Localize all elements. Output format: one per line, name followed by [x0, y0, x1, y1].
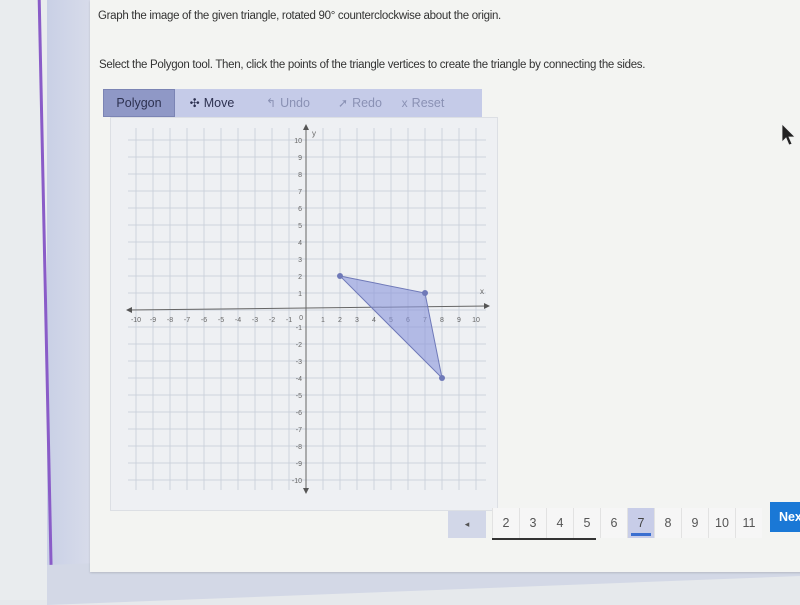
- side-strip: [47, 0, 92, 600]
- y-tick-label: 4: [298, 240, 302, 247]
- y-tick-label: 8: [298, 172, 302, 179]
- x-icon: x: [401, 96, 408, 110]
- y-tick-label: 10: [294, 138, 302, 145]
- x-tick-label: -10: [131, 317, 141, 324]
- x-tick-label: 1: [321, 317, 325, 324]
- x-tick-label: 10: [472, 317, 480, 324]
- page-button-3[interactable]: 3: [519, 508, 546, 538]
- left-arrow-icon: ◂: [464, 519, 470, 529]
- y-axis-arrow-icon: [303, 124, 309, 130]
- coordinate-graph[interactable]: xy-10-9-8-7-6-5-4-3-2-112345678910109876…: [110, 117, 498, 511]
- next-label: Next: [778, 510, 800, 524]
- x-tick-label: 4: [372, 317, 376, 324]
- y-tick-label: 7: [298, 189, 302, 196]
- y-tick-label: -10: [292, 478, 302, 485]
- y-tick-label: -2: [296, 342, 302, 349]
- undo-arrow-icon: ↰: [266, 96, 277, 110]
- next-button[interactable]: Next ▸: [770, 502, 800, 532]
- y-tick-label: -1: [296, 325, 302, 332]
- page-list: 2 3 4 5 6 7 8 9 10 11: [492, 508, 762, 540]
- redo-arrow-icon: ➚: [338, 96, 349, 110]
- move-cross-icon: ✣: [189, 96, 200, 110]
- page-button-4[interactable]: 4: [546, 508, 573, 538]
- page-button-6[interactable]: 6: [600, 508, 627, 538]
- y-tick-label: 9: [298, 155, 302, 162]
- y-axis-label: y: [312, 129, 316, 138]
- redo-button[interactable]: ➚ Redo: [327, 89, 393, 117]
- y-tick-label: -5: [296, 393, 302, 400]
- x-tick-label: -5: [218, 317, 224, 324]
- page-button-5[interactable]: 5: [573, 508, 600, 538]
- y-tick-label: -6: [296, 410, 302, 417]
- polygon-tool-label: Polygon: [116, 96, 162, 110]
- y-tick-label: 6: [298, 206, 302, 213]
- x-tick-label: -6: [201, 317, 207, 324]
- instruction-text: Select the Polygon tool. Then, click the…: [99, 59, 646, 71]
- x-tick-label: -3: [252, 317, 258, 324]
- y-tick-label: 2: [298, 274, 302, 281]
- page-button-8[interactable]: 8: [654, 508, 681, 538]
- page-button-7[interactable]: 7: [627, 508, 654, 538]
- x-axis-label: x: [480, 287, 484, 296]
- x-axis: [127, 305, 489, 311]
- x-tick-label: -9: [150, 317, 156, 324]
- prev-page-button[interactable]: ◂: [448, 511, 486, 538]
- x-tick-label: -4: [235, 317, 241, 324]
- reset-label: Reset: [411, 96, 445, 110]
- y-tick-label: -8: [296, 444, 302, 451]
- triangle-vertex: [439, 375, 445, 381]
- y-tick-label: -7: [296, 427, 302, 434]
- page-button-11[interactable]: 11: [735, 508, 762, 538]
- x-tick-label: 9: [457, 317, 461, 324]
- page-button-2[interactable]: 2: [492, 508, 519, 538]
- reset-button[interactable]: x Reset: [393, 89, 453, 117]
- undo-button[interactable]: ↰ Undo: [249, 89, 327, 117]
- x-tick-label: 8: [440, 317, 444, 324]
- y-tick-label: 3: [298, 257, 302, 264]
- triangle-vertex: [422, 290, 428, 296]
- x-axis-arrow-icon: [484, 303, 490, 309]
- polygon-tool-button[interactable]: Polygon: [103, 89, 175, 117]
- mouse-cursor-icon: [781, 123, 796, 146]
- origin-label: 0: [299, 315, 303, 322]
- redo-label: Redo: [352, 96, 382, 110]
- move-tool-button[interactable]: ✣ Move: [175, 89, 249, 117]
- x-tick-label: -1: [286, 317, 292, 324]
- completed-underline: [492, 538, 596, 540]
- y-axis-down-arrow-icon: [303, 488, 309, 494]
- x-tick-label: -7: [184, 317, 190, 324]
- x-tick-label: -8: [167, 317, 173, 324]
- x-tick-label: -2: [269, 317, 275, 324]
- graph-canvas[interactable]: xy-10-9-8-7-6-5-4-3-2-112345678910109876…: [111, 118, 497, 510]
- pagination: ◂ 234567891011 Next ▸: [448, 502, 800, 540]
- y-tick-label: -3: [296, 359, 302, 366]
- x-axis-left-arrow-icon: [126, 307, 132, 313]
- undo-label: Undo: [280, 96, 310, 110]
- y-tick-label: 1: [298, 291, 302, 298]
- question-text: Graph the image of the given triangle, r…: [98, 10, 501, 22]
- page-button-10[interactable]: 10: [708, 508, 735, 538]
- y-tick-label: 5: [298, 223, 302, 230]
- page-button-9[interactable]: 9: [681, 508, 708, 538]
- graph-toolbar: Polygon ✣ Move ↰ Undo ➚ Redo x Reset: [103, 89, 482, 117]
- move-tool-label: Move: [203, 96, 235, 110]
- x-tick-label: 2: [338, 317, 342, 324]
- triangle-vertex: [337, 273, 343, 279]
- y-tick-label: -9: [296, 461, 302, 468]
- y-tick-label: -4: [296, 376, 302, 383]
- x-tick-label: 3: [355, 317, 359, 324]
